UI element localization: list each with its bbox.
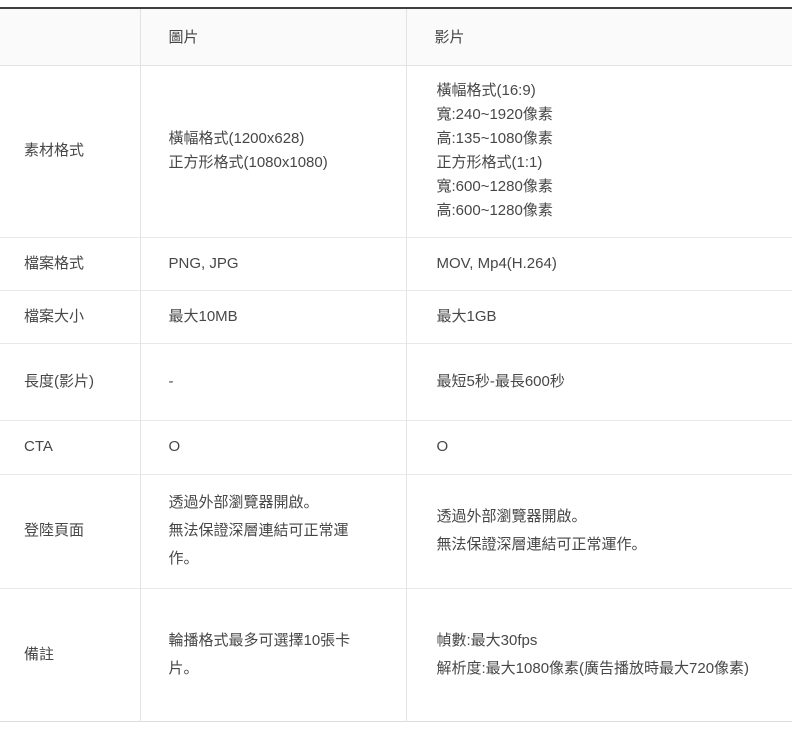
table-row: 長度(影片) - 最短5秒-最長600秒 [0,343,792,420]
page: 圖片 影片 素材格式 橫幅格式(1200x628) 正方形格式(1080x1080)… [0,0,798,735]
cell-line: 最大10MB [168,307,238,325]
table-header: 圖片 影片 [0,8,792,66]
row-label: 備註 [24,645,55,663]
image-cell: 橫幅格式(1200x628) 正方形格式(1080x1080) [139,65,406,237]
cell-line: 最短5秒-最長600秒 [436,372,565,390]
video-cell: 透過外部瀏覽器開啟。無法保證深層連結可正常運作。 [405,474,792,588]
cell-line: 解析度:最大1080像素(廣告播放時最大720像素) [436,659,750,677]
cell-line: 高:600~1280像素 [436,202,553,219]
cell-line: 橫幅格式(1200x628) [168,130,305,147]
table-row: CTA O O [0,420,792,474]
image-cell: 透過外部瀏覽器開啟。無法保證深層連結可正常運作。 [139,474,406,588]
header-cell-video: 影片 [405,8,792,66]
header-cell-image: 圖片 [139,8,406,66]
image-cell: 輪播格式最多可選擇10張卡片。 [139,588,406,721]
image-cell: 最大10MB [139,290,406,343]
table-row: 素材格式 橫幅格式(1200x628) 正方形格式(1080x1080) 橫幅格式(1… [0,65,792,237]
cell-line: 無法保證深層連結可正常運作。 [436,536,647,553]
video-cell: 幀數:最大30fps 解析度:最大1080像素(廣告播放時最大720像素) [405,588,792,721]
video-cell: 橫幅格式(16:9) 寬:240~1920像素 高:135~1080像素 正方形格式(… [405,65,792,237]
cell-line: 寬:240~1920像素 [436,106,553,123]
cell-line: 最大1GB [436,307,497,325]
video-cell: 最大1GB [405,290,792,343]
table-row: 登陸頁面 透過外部瀏覽器開啟。 無法保證深層連結可正常運作。 透過外部瀏覽器開啟。 無法… [0,474,792,588]
cell-line: 寬:600~1280像素 [436,178,553,195]
video-cell: O [405,420,792,474]
cell-line: 橫幅格式(16:9) [436,82,536,99]
cell-line: 輪播格式最多可選擇10張卡片。 [168,631,351,677]
image-cell: PNG, JPG [139,237,406,290]
cell-line: 幀數:最大30fps [436,631,538,649]
cell-line: 透過外部瀏覽器開啟。 [436,508,587,525]
image-cell: - [139,343,406,420]
cell-line: MOV, Mp4(H.264) [436,254,557,272]
spec-table-body: 素材格式 橫幅格式(1200x628) 正方形格式(1080x1080) 橫幅格式(1… [0,65,792,721]
table-row: 檔案大小 最大10MB 最大1GB [0,290,792,343]
row-label: 素材格式 [24,142,85,159]
cell-line: O [168,438,181,455]
table-row: 備註 輪播格式最多可選擇10張卡片。 幀數:最大30fps 解析度:最大1080像素(… [0,588,792,721]
row-label: 登陸頁面 [24,522,85,539]
cell-line: - [168,372,174,390]
header-row: 圖片 影片 [0,8,792,66]
header-cell-blank [0,8,140,66]
asset-spec-table: 圖片 影片 素材格式 橫幅格式(1200x628) 正方形格式(1080x1080)… [0,7,792,722]
row-label: 檔案格式 [24,254,85,272]
row-label: CTA [24,438,53,455]
row-label: 長度(影片) [24,372,94,390]
row-label: 檔案大小 [24,307,85,325]
image-cell: O [139,420,406,474]
cell-line: 無法保證深層連結可正常運作。 [168,522,349,567]
cell-line: 透過外部瀏覽器開啟。 [168,494,319,511]
cell-line: PNG, JPG [168,254,239,272]
cell-line: 正方形格式(1:1) [436,154,543,171]
video-cell: MOV, Mp4(H.264) [405,237,792,290]
table-row: 檔案格式 PNG, JPG MOV, Mp4(H.264) [0,237,792,290]
cell-line: 高:135~1080像素 [436,130,553,147]
cell-line: 正方形格式(1080x1080) [168,154,328,171]
cell-line: O [436,438,449,455]
video-cell: 最短5秒-最長600秒 [405,343,792,420]
